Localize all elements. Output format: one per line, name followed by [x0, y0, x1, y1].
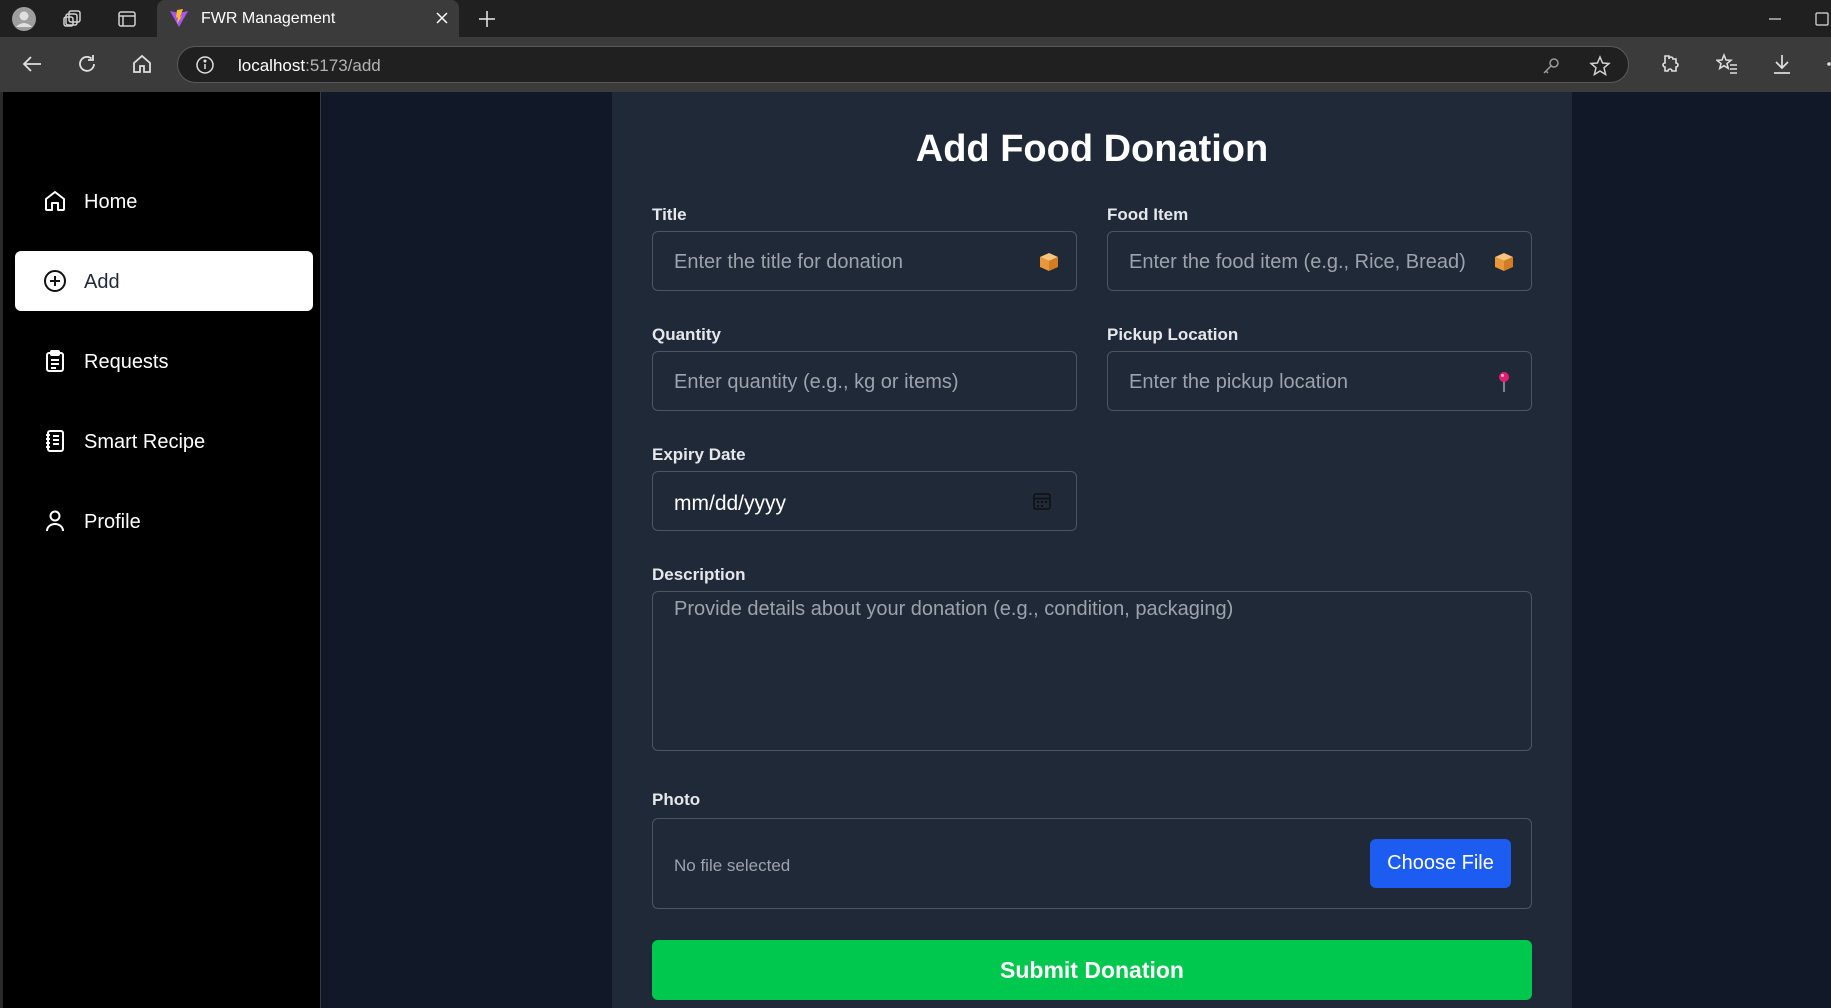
clipboard-icon	[43, 349, 67, 373]
workspaces-icon[interactable]	[60, 6, 86, 32]
sidebar-item-label: Smart Recipe	[84, 431, 206, 453]
choose-file-button[interactable]: Choose File	[1370, 839, 1511, 888]
sidebar-item-smart-recipe[interactable]: Smart Recipe	[15, 411, 313, 471]
description-label: Description	[652, 565, 746, 584]
maximize-window-icon[interactable]	[1812, 6, 1831, 32]
page-title: Add Food Donation	[915, 128, 1269, 170]
home-browser-icon[interactable]	[128, 50, 156, 78]
sidebar: Home Add Requests Smart Recipe Profile	[0, 92, 321, 1008]
plus-circle-icon	[43, 269, 67, 293]
user-icon	[43, 509, 67, 533]
sidebar-item-label: Home	[84, 191, 138, 213]
sidebar-item-profile[interactable]: Profile	[15, 491, 313, 551]
expiry-date-label: Expiry Date	[652, 445, 746, 464]
profile-avatar-icon[interactable]	[10, 5, 38, 33]
tab-close-icon[interactable]	[431, 7, 453, 29]
box-icon	[1038, 251, 1060, 273]
refresh-icon[interactable]	[73, 50, 101, 78]
description-textarea[interactable]: Provide details about your donation (e.g…	[652, 591, 1532, 751]
expiry-date-input[interactable]: mm/dd/yyyy	[652, 471, 1077, 531]
photo-label: Photo	[652, 790, 701, 809]
sidebar-item-home[interactable]: Home	[15, 171, 313, 231]
food-item-input[interactable]: Enter the food item (e.g., Rice, Bread)	[1107, 231, 1532, 291]
pin-icon	[1493, 371, 1515, 393]
quantity-placeholder: Enter quantity (e.g., kg or items)	[674, 371, 959, 393]
pickup-location-label: Pickup Location	[1107, 325, 1239, 344]
pickup-location-input[interactable]: Enter the pickup location	[1107, 351, 1532, 411]
site-info-icon[interactable]	[194, 54, 216, 76]
expiry-date-value: mm/dd/yyyy	[674, 492, 787, 515]
box-icon	[1493, 251, 1515, 273]
vite-logo-icon	[169, 8, 189, 28]
calendar-icon[interactable]	[1032, 491, 1054, 513]
sidebar-item-label: Profile	[84, 511, 141, 533]
minimize-window-icon[interactable]	[1762, 6, 1788, 32]
favorites-list-icon[interactable]	[1713, 50, 1741, 78]
url-text: localhost:5173/add	[238, 56, 381, 75]
back-icon[interactable]	[18, 50, 46, 78]
description-placeholder: Provide details about your donation (e.g…	[674, 598, 1234, 620]
donation-form-card: Add Food Donation Title Enter the title …	[612, 92, 1572, 1008]
food-item-label: Food Item	[1107, 205, 1189, 224]
quantity-input[interactable]: Enter quantity (e.g., kg or items)	[652, 351, 1077, 411]
quantity-label: Quantity	[652, 325, 721, 344]
pickup-location-placeholder: Enter the pickup location	[1129, 371, 1349, 393]
photo-upload: No file selected Choose File	[652, 818, 1532, 909]
password-key-icon[interactable]	[1540, 55, 1562, 77]
sidebar-item-requests[interactable]: Requests	[15, 331, 313, 391]
tab-actions-icon[interactable]	[114, 6, 140, 32]
recipe-book-icon	[43, 429, 67, 453]
address-bar[interactable]: localhost:5173/add	[177, 46, 1629, 83]
downloads-icon[interactable]	[1768, 50, 1796, 78]
title-input[interactable]: Enter the title for donation	[652, 231, 1077, 291]
title-placeholder: Enter the title for donation	[674, 251, 904, 273]
title-label: Title	[652, 205, 687, 224]
browser-nav-bar: localhost:5173/add	[0, 37, 1831, 92]
new-tab-icon[interactable]	[474, 6, 500, 32]
sidebar-item-label: Requests	[84, 351, 169, 373]
home-icon	[43, 189, 67, 213]
submit-donation-button[interactable]: Submit Donation	[652, 940, 1532, 1000]
tab-title: FWR Management	[201, 10, 336, 27]
file-status-text: No file selected	[674, 856, 791, 875]
extensions-icon[interactable]	[1654, 50, 1682, 78]
browser-tab-bar: FWR Management	[0, 0, 1831, 37]
sidebar-item-add[interactable]: Add	[15, 251, 313, 311]
food-item-placeholder: Enter the food item (e.g., Rice, Bread)	[1129, 251, 1466, 273]
favorite-star-icon[interactable]	[1588, 54, 1612, 78]
browser-tab-active[interactable]: FWR Management	[157, 0, 459, 37]
sidebar-item-label: Add	[84, 271, 120, 293]
more-options-icon[interactable]	[1820, 50, 1831, 78]
